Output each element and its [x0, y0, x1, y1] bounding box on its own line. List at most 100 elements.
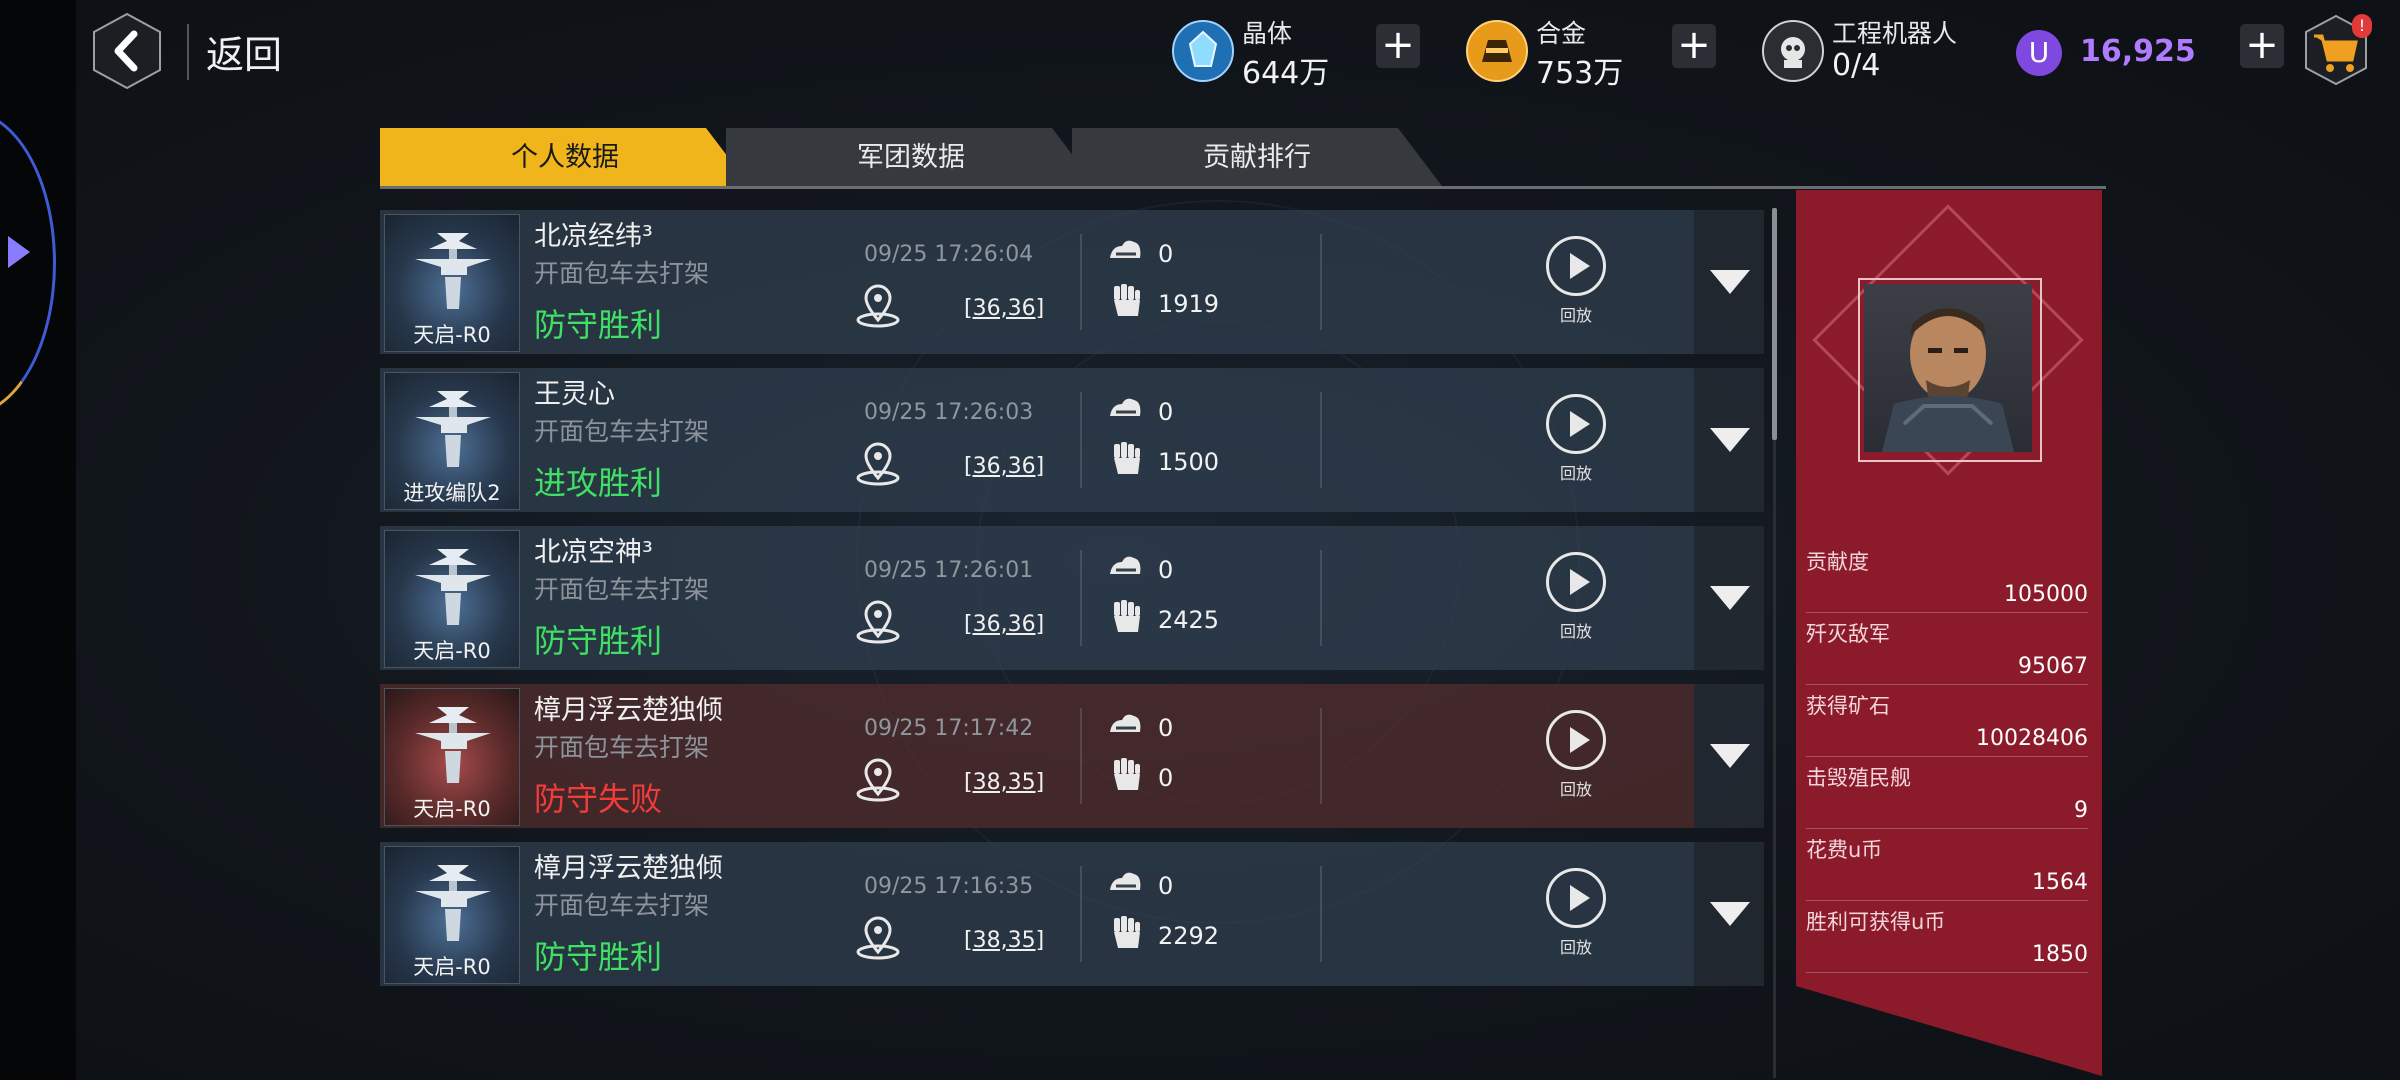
robot-label: 工程机器人 — [1832, 19, 1958, 48]
u-coin-value: 16,925 — [2080, 34, 2196, 69]
battle-record-row[interactable]: 天启-R0 樟月浮云楚独倾 开面包车去打架 防守失败 09/25 17:17:42 [38… — [380, 684, 1694, 828]
expand-chevron-icon[interactable] — [1694, 526, 1764, 670]
back-divider — [187, 24, 189, 80]
fleet-thumbnail[interactable]: 天启-R0 — [384, 846, 520, 984]
ship-icon — [415, 865, 491, 941]
battle-record-row[interactable]: 天启-R0 北凉经纬³ 开面包车去打架 防守胜利 09/25 17:26:04 [36,3… — [380, 210, 1694, 354]
replay-label[interactable]: 回放 — [1540, 618, 1612, 642]
summary-stat-row: 击毁殖民舰 9 — [1806, 762, 2088, 823]
expand-chevron-icon[interactable] — [1694, 368, 1764, 512]
add-ucoin-button[interactable]: + — [2240, 24, 2284, 68]
fleet-name: 天启-R0 — [413, 955, 491, 979]
summary-stat-value: 105000 — [2004, 582, 2088, 607]
legion-name: 开面包车去打架 — [534, 259, 710, 288]
battle-result: 进攻胜利 — [534, 464, 663, 502]
replay-icon[interactable] — [1546, 394, 1606, 454]
column-divider — [1080, 392, 1082, 488]
battle-result: 防守胜利 — [534, 938, 663, 976]
back-label[interactable]: 返回 — [206, 24, 282, 79]
location-pin-icon — [856, 758, 900, 802]
crystal-value: 644万 — [1242, 56, 1330, 91]
summary-stat-label: 贡献度 — [1806, 550, 1869, 574]
summary-stat-value: 1564 — [2032, 870, 2088, 895]
fist-power-icon — [1114, 442, 1140, 474]
summary-stat-value: 10028406 — [1976, 726, 2088, 751]
destroyed-count: 0 — [1158, 240, 1174, 268]
replay-label[interactable]: 回放 — [1540, 934, 1612, 958]
replay-icon[interactable] — [1546, 710, 1606, 770]
destroyed-icon — [1110, 240, 1141, 258]
summary-stat-label: 击毁殖民舰 — [1806, 766, 1911, 790]
fleet-name: 天启-R0 — [413, 323, 491, 347]
fleet-thumbnail[interactable]: 天启-R0 — [384, 688, 520, 826]
column-divider — [1320, 234, 1322, 330]
player-name: 王灵心 — [534, 379, 615, 410]
column-divider — [1320, 866, 1322, 962]
battle-coordinate-link[interactable]: [38,35] — [964, 770, 1044, 795]
expand-chevron-icon[interactable] — [1694, 842, 1764, 986]
alloy-value: 753万 — [1536, 56, 1624, 91]
battle-record-row[interactable]: 天启-R0 北凉空神³ 开面包车去打架 防守胜利 09/25 17:26:01 [36,3… — [380, 526, 1694, 670]
tab-personal-data[interactable]: 个人数据 — [380, 128, 750, 186]
destroyed-count: 0 — [1158, 872, 1174, 900]
legion-name: 开面包车去打架 — [534, 575, 710, 604]
replay-icon[interactable] — [1546, 868, 1606, 928]
battle-time: 09/25 17:26:03 — [864, 400, 1034, 425]
fist-power-icon — [1114, 916, 1140, 948]
replay-icon[interactable] — [1546, 236, 1606, 296]
crystal-resource: 晶体 644万 — [1172, 12, 1342, 92]
scrollbar[interactable] — [1772, 208, 1777, 440]
crystal-label: 晶体 — [1242, 19, 1293, 48]
fleet-thumbnail[interactable]: 天启-R0 — [384, 530, 520, 668]
replay-label[interactable]: 回放 — [1540, 302, 1612, 326]
back-button[interactable] — [88, 12, 166, 90]
tab-legion-data[interactable]: 军团数据 — [726, 128, 1096, 186]
summary-stat-row: 贡献度 105000 — [1806, 546, 2088, 607]
summary-divider — [1806, 828, 2088, 829]
battle-time: 09/25 17:26:04 — [864, 242, 1034, 267]
summary-divider — [1806, 756, 2088, 757]
replay-label[interactable]: 回放 — [1540, 776, 1612, 800]
commander-avatar[interactable] — [1864, 284, 2032, 452]
fleet-thumbnail[interactable]: 天启-R0 — [384, 214, 520, 352]
replay-icon[interactable] — [1546, 552, 1606, 612]
summary-divider — [1806, 900, 2088, 901]
add-crystal-button[interactable]: + — [1376, 24, 1420, 68]
summary-stat-label: 花费u币 — [1806, 838, 1883, 862]
tab-contribution-rank[interactable]: 贡献排行 — [1072, 128, 1442, 186]
fist-power-icon — [1114, 600, 1140, 632]
expand-chevron-icon[interactable] — [1694, 684, 1764, 828]
add-alloy-button[interactable]: + — [1672, 24, 1716, 68]
robot-value: 0/4 — [1832, 48, 1881, 83]
player-name: 樟月浮云楚独倾 — [534, 853, 723, 884]
side-menu-arrow-icon[interactable] — [8, 236, 30, 268]
battle-record-row[interactable]: 进攻编队2 王灵心 开面包车去打架 进攻胜利 09/25 17:26:03 [36,36]… — [380, 368, 1694, 512]
expand-chevron-icon[interactable] — [1694, 210, 1764, 354]
battle-coordinate-link[interactable]: [36,36] — [964, 454, 1044, 479]
alloy-resource: 合金 753万 — [1466, 12, 1636, 92]
power-value: 2425 — [1158, 606, 1220, 634]
tab-bar: 个人数据 军团数据 贡献排行 — [380, 128, 2106, 188]
back-arrow-icon — [93, 12, 161, 90]
fleet-name: 天启-R0 — [413, 797, 491, 821]
destroyed-icon — [1110, 556, 1141, 574]
column-divider — [1320, 392, 1322, 488]
battle-coordinate-link[interactable]: [36,36] — [964, 296, 1044, 321]
shop-button[interactable]: ! — [2300, 14, 2372, 86]
notification-badge-icon: ! — [2352, 14, 2372, 38]
fleet-thumbnail[interactable]: 进攻编队2 — [384, 372, 520, 510]
battle-coordinate-link[interactable]: [38,35] — [964, 928, 1044, 953]
power-value: 1500 — [1158, 448, 1220, 476]
alloy-icon — [1466, 20, 1528, 82]
battle-time: 09/25 17:26:01 — [864, 558, 1034, 583]
battle-record-row[interactable]: 天启-R0 樟月浮云楚独倾 开面包车去打架 防守胜利 09/25 17:16:35 [38… — [380, 842, 1694, 986]
summary-divider — [1806, 684, 2088, 685]
battle-result: 防守胜利 — [534, 306, 663, 344]
battle-time: 09/25 17:17:42 — [864, 716, 1034, 741]
battle-coordinate-link[interactable]: [36,36] — [964, 612, 1044, 637]
location-pin-icon — [856, 916, 900, 960]
replay-label[interactable]: 回放 — [1540, 460, 1612, 484]
battle-result: 防守胜利 — [534, 622, 663, 660]
robot-resource: 工程机器人 0/4 — [1762, 12, 1982, 92]
legion-name: 开面包车去打架 — [534, 733, 710, 762]
